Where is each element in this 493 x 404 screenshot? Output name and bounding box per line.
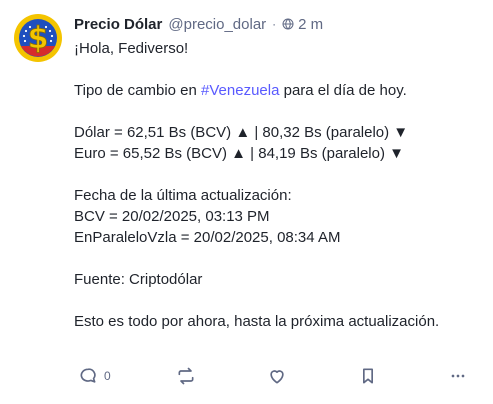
boost-icon	[178, 367, 194, 385]
more-options-button[interactable]	[448, 363, 468, 389]
hashtag-link[interactable]: #Venezuela	[201, 82, 279, 99]
status-content: ¡Hola, Fediverso! Tipo de cambio en #Ven…	[74, 38, 479, 353]
avatar[interactable]: $	[14, 14, 62, 62]
closing-text: Esto es todo por ahora, hasta la próxima…	[74, 313, 440, 330]
bookmark-button[interactable]	[358, 363, 378, 389]
svg-text:$: $	[28, 21, 49, 56]
display-name[interactable]: Precio Dólar	[74, 16, 162, 33]
status-post: $ Precio Dólar @precio_dolar · 2 m ¡Hola…	[0, 0, 493, 404]
reply-count: 0	[104, 369, 111, 383]
relative-time: 2 m	[298, 15, 324, 33]
heart-icon	[270, 370, 284, 384]
reply-button[interactable]: 0	[78, 363, 111, 389]
status-action-bar: 0	[74, 363, 474, 389]
greeting-text: ¡Hola, Fediverso!	[74, 40, 189, 57]
boost-button[interactable]	[176, 363, 196, 389]
bcv-update-line: BCV = 20/02/2025, 03:13 PM	[74, 208, 270, 225]
status-header: Precio Dólar @precio_dolar · 2 m	[74, 14, 323, 34]
intro-text-after: para el día de hoy.	[279, 82, 407, 99]
dolar-rate-line: Dólar = 62,51 Bs (BCV) ▲ | 80,32 Bs (par…	[74, 124, 409, 141]
bookmark-icon	[363, 368, 373, 384]
update-title: Fecha de la última actualización:	[74, 187, 292, 204]
account-handle[interactable]: @precio_dolar	[168, 16, 266, 33]
more-icon	[451, 374, 465, 378]
separator-dot: ·	[272, 17, 277, 31]
euro-rate-line: Euro = 65,52 Bs (BCV) ▲ | 84,19 Bs (para…	[74, 145, 404, 162]
rates-paragraph: Dólar = 62,51 Bs (BCV) ▲ | 80,32 Bs (par…	[74, 122, 479, 164]
dollar-logo-icon: $	[14, 14, 62, 62]
source-text: Fuente: Criptodólar	[74, 271, 203, 288]
reply-icon	[80, 368, 96, 383]
intro-paragraph: Tipo de cambio en #Venezuela para el día…	[74, 80, 479, 101]
favourite-button[interactable]	[267, 363, 287, 389]
globe-icon	[282, 18, 294, 30]
intro-text-before: Tipo de cambio en	[74, 82, 202, 99]
post-meta[interactable]: 2 m	[282, 16, 323, 33]
paralelo-update-line: EnParaleloVzla = 20/02/2025, 08:34 AM	[74, 229, 341, 246]
update-paragraph: Fecha de la última actualización: BCV = …	[74, 185, 479, 248]
